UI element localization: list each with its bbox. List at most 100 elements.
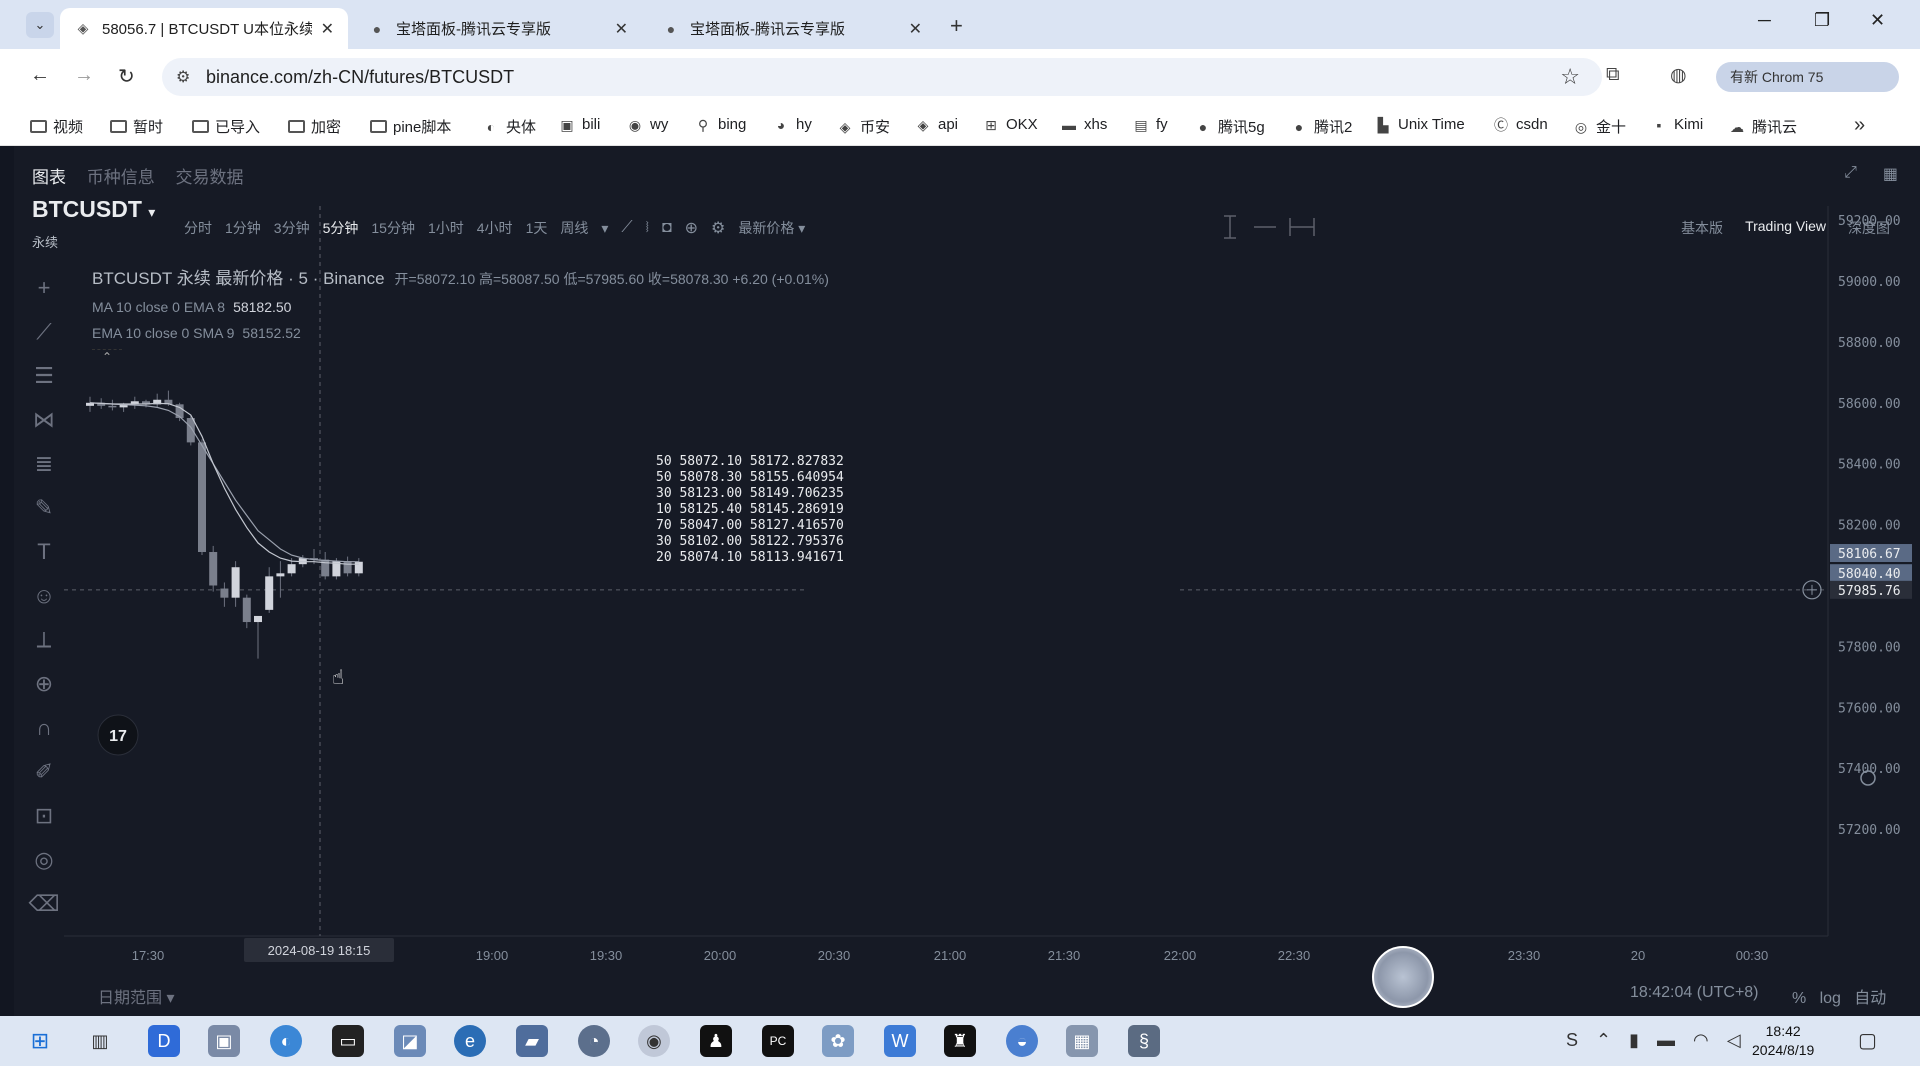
brush-icon[interactable]: ✎ bbox=[24, 486, 64, 530]
legend-ema-row[interactable]: EMA 10 close 0 SMA 9 58152.52 bbox=[92, 325, 829, 341]
bookmark-link[interactable]: ◐ 央体 bbox=[482, 116, 536, 137]
bookmark-link[interactable]: ⚲ bing bbox=[694, 116, 747, 133]
symbol-selector[interactable]: BTCUSDT ▾ bbox=[32, 196, 155, 223]
edge-icon[interactable]: e bbox=[454, 1025, 486, 1057]
bookmark-link[interactable]: ◕ hy bbox=[772, 116, 812, 133]
tab-trade-data[interactable]: 交易数据 bbox=[175, 168, 243, 187]
magnet-icon[interactable]: ∩ bbox=[24, 706, 64, 750]
lock-icon[interactable]: ⊡ bbox=[24, 794, 64, 838]
interval-option[interactable]: 分时 bbox=[184, 218, 212, 238]
bookmark-link[interactable]: Ⓒcsdn bbox=[1492, 116, 1548, 133]
date-range-button[interactable]: 日期范围 ▾ bbox=[98, 984, 175, 1008]
layout-icon[interactable]: ▦ bbox=[1883, 164, 1898, 184]
chrome-icon[interactable]: ◉ bbox=[638, 1025, 670, 1057]
legend-ma-row[interactable]: MA 10 close 0 EMA 8 58182.50 bbox=[92, 299, 829, 315]
price-type-dropdown[interactable]: 最新价格 ▾ bbox=[738, 218, 805, 238]
tab-search-button[interactable]: ⌄ bbox=[26, 12, 54, 38]
wifi-icon[interactable]: ◠ bbox=[1693, 1030, 1709, 1051]
horizontal-lines-icon[interactable]: ☰ bbox=[24, 354, 64, 398]
app-icon-1[interactable]: D bbox=[148, 1025, 180, 1057]
tab-coin-info[interactable]: 币种信息 bbox=[87, 168, 155, 187]
mic-icon[interactable]: ▮ bbox=[1629, 1030, 1639, 1051]
camera-icon[interactable]: ◘ bbox=[662, 219, 672, 237]
interval-option-active[interactable]: 5分钟 bbox=[323, 218, 359, 238]
bookmark-folder[interactable]: 加密 bbox=[288, 116, 341, 137]
bookmark-link[interactable]: ☁ 腾讯云 bbox=[1728, 116, 1797, 137]
view-basic[interactable]: 基本版 bbox=[1681, 218, 1723, 238]
interval-option[interactable]: 4小时 bbox=[477, 218, 513, 238]
bookmark-link[interactable]: ◈ api bbox=[914, 116, 958, 133]
close-tab-icon[interactable]: ✕ bbox=[909, 19, 922, 39]
screen-recorder-indicator[interactable] bbox=[1372, 946, 1434, 1008]
interval-option[interactable]: 3分钟 bbox=[274, 218, 310, 238]
bookmark-folder[interactable]: 视频 bbox=[30, 116, 83, 137]
interval-option[interactable]: 1天 bbox=[526, 218, 548, 238]
ime-icon[interactable]: S bbox=[1566, 1030, 1578, 1051]
bookmark-folder[interactable]: pine脚本 bbox=[370, 116, 451, 137]
percent-scale-button[interactable]: % bbox=[1792, 990, 1806, 1007]
tab-baota-2[interactable]: ● 宝塔面板-腾讯云专享版 ✕ bbox=[648, 8, 936, 49]
site-info-icon[interactable]: ⚙ bbox=[176, 67, 190, 87]
app-icon-16[interactable]: § bbox=[1128, 1025, 1160, 1057]
bookmark-link[interactable]: ◉ wy bbox=[626, 116, 668, 133]
close-tab-icon[interactable]: ✕ bbox=[615, 19, 628, 39]
more-bookmarks-icon[interactable]: » bbox=[1854, 114, 1865, 137]
ruler-icon[interactable]: ⟂ bbox=[24, 618, 64, 662]
tab-chart[interactable]: 图表 bbox=[32, 168, 66, 187]
interval-option[interactable]: 周线 bbox=[560, 218, 588, 238]
interval-option[interactable]: 15分钟 bbox=[371, 218, 415, 238]
bookmark-link[interactable]: ◈ 币安 bbox=[836, 116, 890, 137]
windows-start-icon[interactable]: ⊞ bbox=[24, 1025, 56, 1057]
notifications-icon[interactable]: ▢ bbox=[1858, 1028, 1877, 1053]
bookmark-link[interactable]: ▬ xhs bbox=[1060, 116, 1107, 133]
bookmark-link[interactable]: ▙ Unix Time bbox=[1374, 116, 1465, 133]
bookmark-link[interactable]: ▪ Kimi bbox=[1650, 116, 1704, 133]
view-depth[interactable]: 深度图 bbox=[1848, 218, 1890, 238]
crosshair-icon[interactable]: + bbox=[24, 266, 64, 310]
reload-icon[interactable]: ↻ bbox=[118, 64, 135, 89]
pattern-icon[interactable]: ⋈ bbox=[24, 398, 64, 442]
app-icon-11[interactable]: ✿ bbox=[822, 1025, 854, 1057]
app-icon-2[interactable]: ▣ bbox=[208, 1025, 240, 1057]
app-icon-3[interactable]: ◐ bbox=[270, 1025, 302, 1057]
address-bar[interactable]: ⚙ binance.com/zh-CN/futures/BTCUSDT ☆ bbox=[162, 58, 1602, 96]
wechat-icon[interactable]: ◔ bbox=[578, 1025, 610, 1057]
emoji-icon[interactable]: ☺ bbox=[24, 574, 64, 618]
volume-icon[interactable]: ◁ bbox=[1727, 1030, 1741, 1051]
terminal-icon[interactable]: ▭ bbox=[332, 1025, 364, 1057]
interval-more-icon[interactable]: ▾ bbox=[601, 220, 608, 237]
collapse-legend-icon[interactable]: ⌃ bbox=[92, 349, 122, 367]
qq-icon[interactable]: ♟ bbox=[700, 1025, 732, 1057]
app-icon-14[interactable]: ◒ bbox=[1006, 1025, 1038, 1057]
close-window-icon[interactable]: ✕ bbox=[1870, 10, 1885, 31]
minimize-icon[interactable]: ─ bbox=[1758, 10, 1771, 31]
bookmark-folder[interactable]: 已导入 bbox=[192, 116, 260, 137]
tray-expand-icon[interactable]: ⌃ bbox=[1596, 1030, 1611, 1051]
fib-icon[interactable]: ≣ bbox=[24, 442, 64, 486]
bookmark-link[interactable]: ◎ 金十 bbox=[1572, 116, 1626, 137]
forward-icon[interactable]: → bbox=[74, 64, 94, 87]
app-icon-15[interactable]: ▦ bbox=[1066, 1025, 1098, 1057]
new-tab-icon[interactable]: + bbox=[950, 13, 963, 39]
translate-icon[interactable]: ◍ bbox=[1670, 64, 1687, 87]
close-tab-icon[interactable]: ✕ bbox=[321, 19, 334, 39]
auto-scale-button[interactable]: 自动 bbox=[1854, 990, 1886, 1007]
bookmark-folder[interactable]: 暂时 bbox=[110, 116, 163, 137]
trendline-icon[interactable]: ⟋ bbox=[24, 310, 64, 354]
candle-style-icon[interactable]: ⧘ bbox=[646, 219, 649, 237]
view-tradingview[interactable]: Trading View bbox=[1745, 218, 1826, 238]
interval-option[interactable]: 1小时 bbox=[428, 218, 464, 238]
interval-option[interactable]: 1分钟 bbox=[225, 218, 261, 238]
zoom-icon[interactable]: ⊕ bbox=[24, 662, 64, 706]
restore-icon[interactable]: ❐ bbox=[1814, 10, 1830, 31]
expand-icon[interactable]: ⤢ bbox=[1844, 164, 1857, 184]
back-icon[interactable]: ← bbox=[30, 64, 50, 87]
lock-drawings-icon[interactable]: ✐ bbox=[24, 750, 64, 794]
add-icon[interactable]: ⊕ bbox=[685, 218, 698, 238]
task-view-icon[interactable]: ▥ bbox=[84, 1025, 116, 1057]
app-icon-7[interactable]: ▰ bbox=[516, 1025, 548, 1057]
battery-icon[interactable]: ▬ bbox=[1657, 1030, 1675, 1051]
eye-icon[interactable]: ◎ bbox=[24, 838, 64, 882]
bookmark-link[interactable]: ● 腾讯5g bbox=[1194, 116, 1265, 137]
bookmark-star-icon[interactable]: ☆ bbox=[1560, 64, 1580, 90]
